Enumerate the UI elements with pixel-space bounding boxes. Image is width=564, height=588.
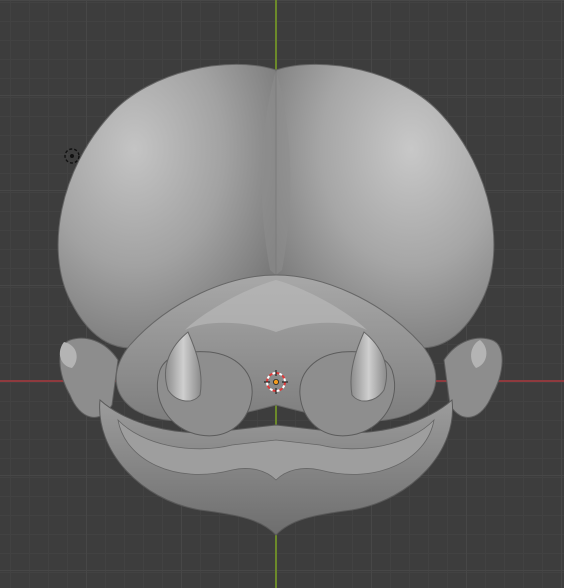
point-light-icon[interactable] <box>62 146 82 166</box>
3d-cursor-icon[interactable] <box>264 370 288 394</box>
3d-viewport[interactable] <box>0 0 564 588</box>
sculpted-head-mesh[interactable] <box>0 0 564 588</box>
object-origin-icon <box>272 378 279 385</box>
